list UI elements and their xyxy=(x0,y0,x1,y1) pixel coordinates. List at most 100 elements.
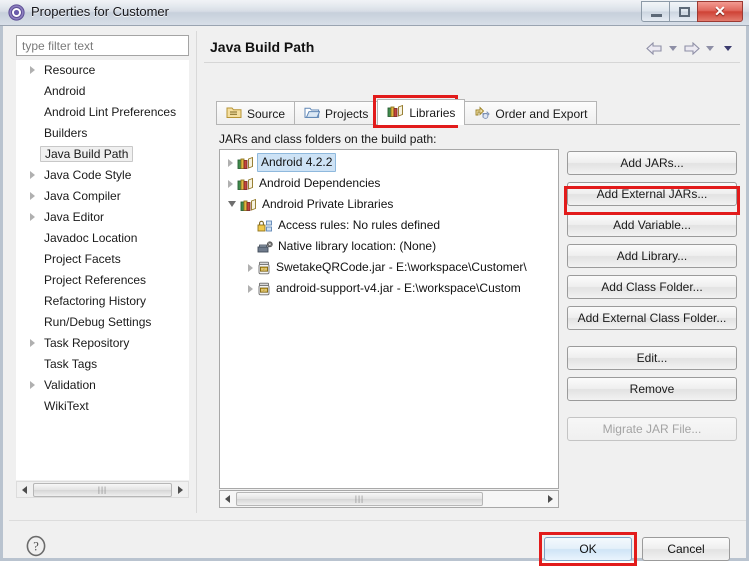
scroll-right-arrow-icon[interactable] xyxy=(543,492,558,507)
chevron-right-icon[interactable] xyxy=(30,339,35,347)
build-path-horizontal-scrollbar[interactable]: ||| xyxy=(219,490,559,508)
title-bar: Properties for Customer ✕ xyxy=(0,0,749,26)
sidebar-item-validation[interactable]: Validation xyxy=(16,375,189,396)
add-class-folder-button[interactable]: Add Class Folder... xyxy=(567,275,737,299)
sidebar-item-label: Refactoring History xyxy=(44,294,147,308)
chevron-right-icon[interactable] xyxy=(30,381,35,389)
close-button[interactable]: ✕ xyxy=(697,1,743,22)
add-external-class-folder-button[interactable]: Add External Class Folder... xyxy=(567,306,737,330)
scrollbar-thumb[interactable]: ||| xyxy=(33,482,172,497)
dialog-body: type filter text Resource Android Androi… xyxy=(0,26,749,566)
chevron-right-icon[interactable] xyxy=(30,213,35,221)
maximize-icon xyxy=(679,7,690,17)
tree-row-android-dependencies[interactable]: Android Dependencies xyxy=(220,173,558,194)
chevron-right-icon[interactable] xyxy=(30,192,35,200)
back-button[interactable] xyxy=(646,41,663,55)
build-path-actions: Add JARs... Add External JARs... Add Var… xyxy=(567,151,737,448)
settings-tree[interactable]: Resource Android Android Lint Preference… xyxy=(16,60,189,480)
library-books-icon xyxy=(237,177,254,191)
tree-row-label: Android Dependencies xyxy=(259,176,381,190)
tree-row-label: Android 4.2.2 xyxy=(257,153,337,172)
migrate-jar-file-button: Migrate JAR File... xyxy=(567,417,737,441)
filter-input[interactable]: type filter text xyxy=(16,35,189,56)
sidebar-item-label: Android xyxy=(44,84,86,98)
source-folder-icon xyxy=(226,105,242,122)
sidebar-item-resource[interactable]: Resource xyxy=(16,60,189,81)
chevron-right-icon[interactable] xyxy=(228,158,233,167)
add-external-jars-button[interactable]: Add External JARs... xyxy=(567,182,737,206)
forward-arrow-icon xyxy=(684,41,700,55)
tree-row-access-rules[interactable]: Access rules: No rules defined xyxy=(220,215,558,236)
sidebar-item-task-tags[interactable]: Task Tags xyxy=(16,354,189,375)
button-label: Remove xyxy=(629,382,675,396)
dialog-content: type filter text Resource Android Androi… xyxy=(9,29,746,516)
window-controls: ✕ xyxy=(641,1,743,23)
tab-source[interactable]: Source xyxy=(216,101,296,125)
forward-button[interactable] xyxy=(683,41,700,55)
view-menu-chevron-down-icon[interactable] xyxy=(724,45,732,51)
scrollbar-thumb[interactable]: ||| xyxy=(236,492,483,506)
tab-label: Order and Export xyxy=(495,106,588,121)
scrollbar-grip: ||| xyxy=(354,494,365,504)
tree-row-android-422[interactable]: Android 4.2.2 xyxy=(220,152,558,173)
tab-label: Projects xyxy=(325,106,369,121)
forward-dropdown-chevron-down-icon[interactable] xyxy=(706,45,714,51)
sidebar-item-java-editor[interactable]: Java Editor xyxy=(16,207,189,228)
remove-button[interactable]: Remove xyxy=(567,377,737,401)
edit-button[interactable]: Edit... xyxy=(567,346,737,370)
scroll-left-arrow-icon[interactable] xyxy=(220,492,235,507)
chevron-right-icon[interactable] xyxy=(228,179,233,188)
tree-row-android-support-v4-jar[interactable]: 010 android-support-v4.jar - E:\workspac… xyxy=(220,278,558,299)
sidebar-item-label: Task Repository xyxy=(44,336,130,350)
tree-row-native-library-location[interactable]: Native library location: (None) xyxy=(220,236,558,257)
add-jars-button[interactable]: Add JARs... xyxy=(567,151,737,175)
sidebar-item-java-compiler[interactable]: Java Compiler xyxy=(16,186,189,207)
page-title-separator xyxy=(204,62,740,63)
sidebar-item-builders[interactable]: Builders xyxy=(16,123,189,144)
tree-row-label: Native library location: (None) xyxy=(278,239,437,253)
chevron-right-icon[interactable] xyxy=(30,171,35,179)
tab-projects[interactable]: Projects xyxy=(294,101,379,125)
help-question-icon[interactable]: ? xyxy=(25,535,47,557)
button-label: Migrate JAR File... xyxy=(602,422,702,436)
sidebar-item-java-code-style[interactable]: Java Code Style xyxy=(16,165,189,186)
sidebar-item-project-references[interactable]: Project References xyxy=(16,270,189,291)
projects-folder-icon xyxy=(304,105,321,122)
minimize-button[interactable] xyxy=(641,1,670,22)
sidebar-item-java-build-path[interactable]: Java Build Path xyxy=(16,144,189,165)
scroll-right-arrow-icon[interactable] xyxy=(173,482,188,497)
close-icon: ✕ xyxy=(714,2,726,19)
chevron-down-icon[interactable] xyxy=(228,201,236,211)
button-label: Edit... xyxy=(636,351,668,365)
chevron-right-icon[interactable] xyxy=(248,284,253,293)
cancel-button[interactable]: Cancel xyxy=(642,537,730,561)
add-variable-button[interactable]: Add Variable... xyxy=(567,213,737,237)
sidebar-item-refactoring-history[interactable]: Refactoring History xyxy=(16,291,189,312)
sidebar-item-javadoc-location[interactable]: Javadoc Location xyxy=(16,228,189,249)
jar-icon: 010 xyxy=(257,261,271,275)
sidebar-item-label: Builders xyxy=(44,126,88,140)
svg-text:?: ? xyxy=(33,540,39,554)
back-dropdown-chevron-down-icon[interactable] xyxy=(669,45,677,51)
sidebar-item-android-lint-preferences[interactable]: Android Lint Preferences xyxy=(16,102,189,123)
chevron-right-icon[interactable] xyxy=(248,263,253,272)
add-library-button[interactable]: Add Library... xyxy=(567,244,737,268)
tab-libraries[interactable]: Libraries xyxy=(377,99,466,125)
sidebar-item-label: Resource xyxy=(44,63,96,77)
library-books-icon xyxy=(237,156,254,170)
build-path-tree[interactable]: Android 4.2.2 Android Dependencies Andro… xyxy=(219,149,559,489)
tree-row-swetakeqrcode-jar[interactable]: 010 SwetakeQRCode.jar - E:\workspace\Cus… xyxy=(220,257,558,278)
sidebar-item-wikitext[interactable]: WikiText xyxy=(16,396,189,417)
sidebar-horizontal-scrollbar[interactable]: ||| xyxy=(16,481,189,498)
maximize-button[interactable] xyxy=(669,1,698,22)
sidebar-item-project-facets[interactable]: Project Facets xyxy=(16,249,189,270)
tree-row-android-private-libraries[interactable]: Android Private Libraries xyxy=(220,194,558,215)
chevron-right-icon[interactable] xyxy=(30,66,35,74)
scroll-left-arrow-icon[interactable] xyxy=(17,482,32,497)
tab-order-and-export[interactable]: Order and Export xyxy=(464,101,598,125)
sidebar-item-run-debug-settings[interactable]: Run/Debug Settings xyxy=(16,312,189,333)
sidebar-item-task-repository[interactable]: Task Repository xyxy=(16,333,189,354)
sidebar-item-android[interactable]: Android xyxy=(16,81,189,102)
tab-bar: Source Projects Libraries Order and Expo… xyxy=(216,99,598,125)
ok-button[interactable]: OK xyxy=(544,537,632,561)
